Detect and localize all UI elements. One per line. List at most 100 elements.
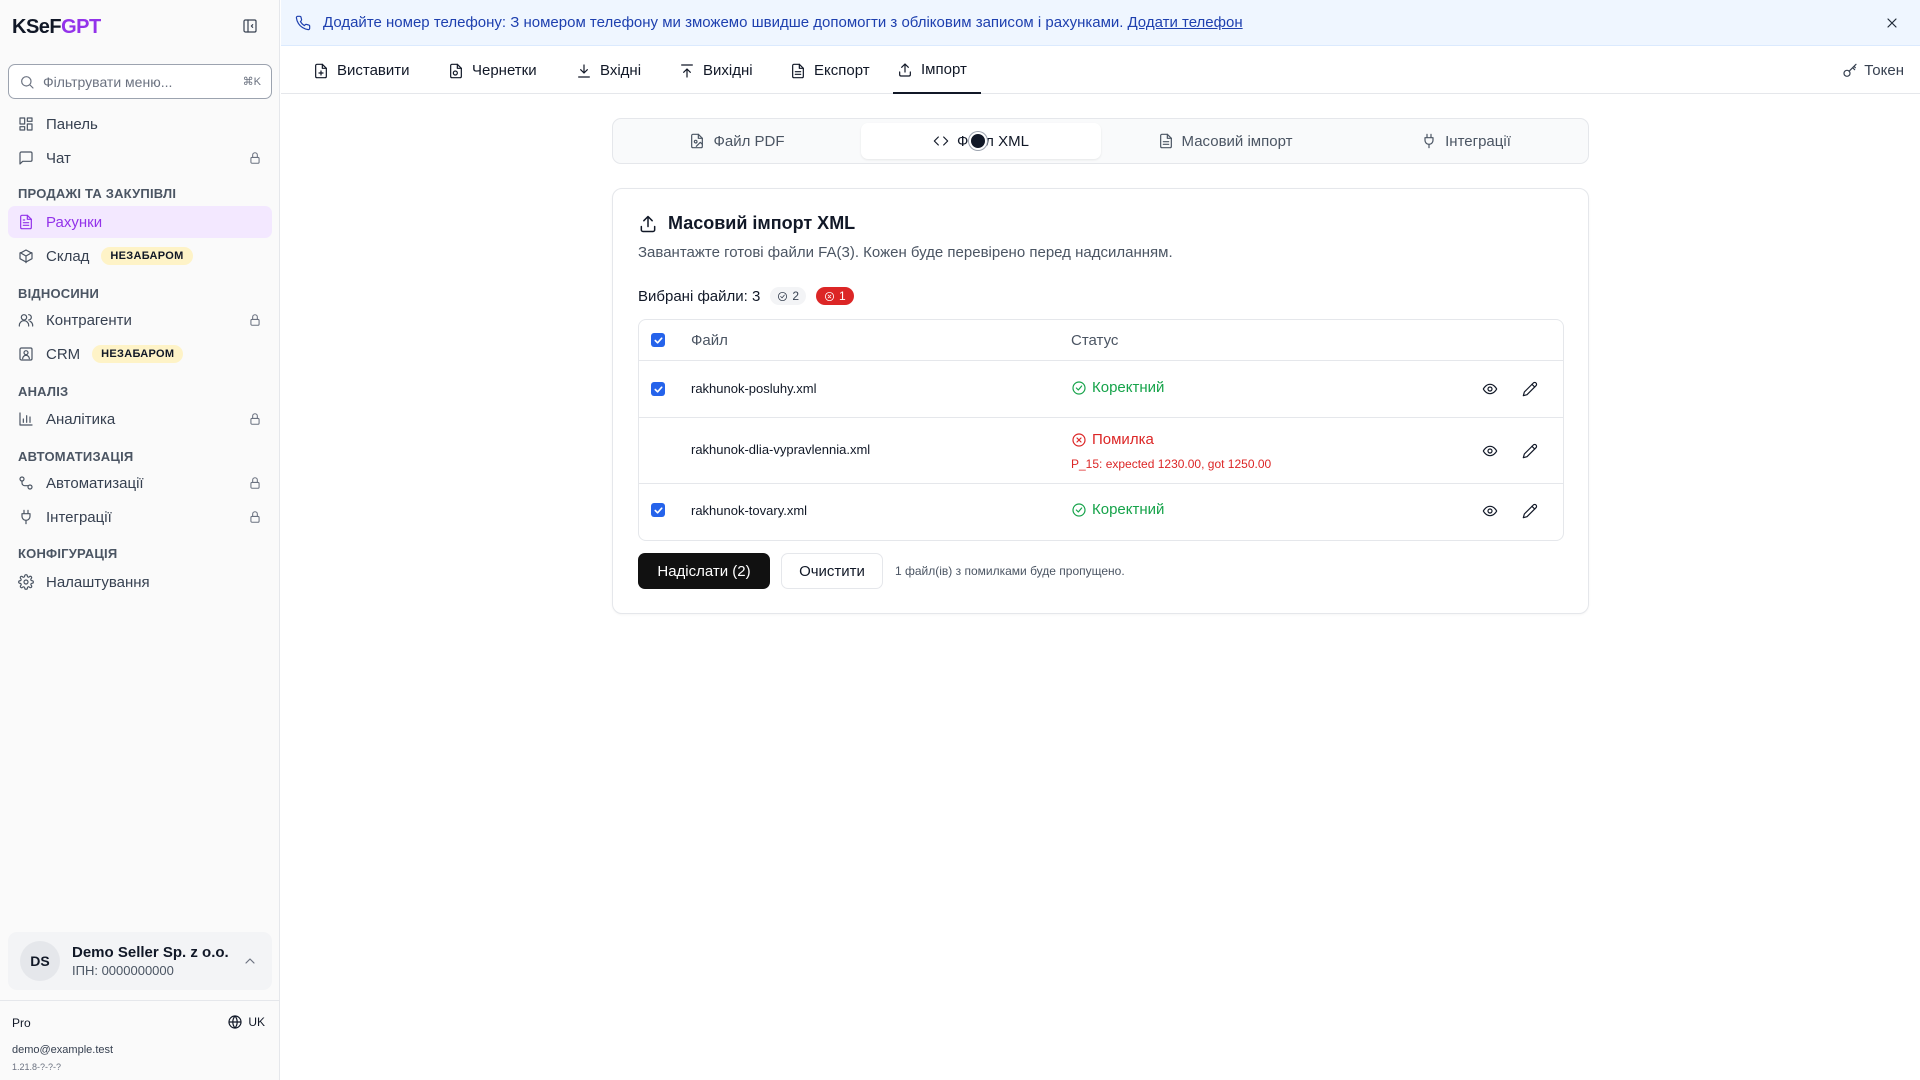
mouse-cursor (969, 132, 987, 150)
segment-pdf[interactable]: Файл PDF (617, 123, 857, 159)
sidebar-divider (0, 1000, 280, 1001)
segment-bulk[interactable]: Масовий імпорт (1105, 123, 1345, 159)
file-text-icon (20, 214, 32, 230)
menu-filter-input[interactable] (43, 73, 235, 90)
sidebar-item-contractors[interactable]: Контрагенти (8, 304, 272, 336)
tab-label: Вихідні (703, 62, 753, 79)
sidebar-item-automations[interactable]: Автоматизації (8, 467, 272, 499)
language-switcher[interactable]: UK (227, 1014, 265, 1030)
error-count-badge: 1 (816, 287, 854, 305)
row-checkbox[interactable] (651, 503, 665, 517)
tab-export[interactable]: Експорт (790, 47, 870, 94)
check-circle-icon (1072, 380, 1086, 395)
section-config: КОНФІГУРАЦІЯ (18, 546, 118, 561)
skip-note: 1 файл(ів) з помилками буде пропущено. (895, 564, 1125, 578)
pencil-icon (1522, 443, 1538, 459)
lock-icon (250, 314, 260, 326)
tab-outgoing[interactable]: Вихідні (679, 47, 753, 94)
close-banner-button[interactable] (1884, 15, 1900, 31)
user-email: demo@example.test (12, 1044, 114, 1056)
search-icon (21, 75, 34, 89)
status-error: Помилка (1071, 431, 1154, 448)
selected-label: Вибрані файли: 3 (638, 287, 761, 305)
account-tax-id: ІПН: 0000000000 (72, 963, 174, 978)
check-circle-icon (778, 291, 788, 301)
tab-incoming[interactable]: Вхідні (576, 47, 641, 94)
sidebar-toggle-icon[interactable] (242, 18, 258, 34)
selected-summary: Вибрані файли: 3 2 1 (638, 287, 854, 305)
file-name: rakhunok-dlia-vypravlennia.xml (691, 442, 871, 457)
sidebar-item-label: Аналітика (46, 410, 116, 428)
plug-icon (21, 509, 31, 525)
add-phone-link[interactable]: Додати телефон (1127, 14, 1242, 31)
check-circle-icon (1072, 502, 1086, 517)
account-switcher[interactable]: DS Demo Seller Sp. z o.o. ІПН: 000000000… (8, 932, 272, 990)
column-file: Файл (691, 332, 728, 349)
sidebar-item-label: Чат (46, 149, 71, 167)
x-circle-icon (824, 291, 835, 301)
tab-label: Чернетки (472, 62, 537, 79)
clear-button[interactable]: Очистити (781, 553, 883, 589)
segment-integrations[interactable]: Інтеграції (1346, 123, 1586, 159)
file-text-icon (792, 63, 804, 78)
preview-button[interactable] (1482, 443, 1498, 459)
banner-text: Додайте номер телефону: З номером телефо… (323, 14, 1124, 31)
lock-icon (250, 477, 260, 489)
download-icon (578, 63, 590, 78)
tab-drafts[interactable]: Чернетки (448, 47, 537, 94)
send-button[interactable]: Надіслати (2) (638, 553, 770, 589)
soon-badge: НЕЗАБАРОМ (92, 345, 184, 363)
chevron-up-icon (245, 958, 255, 964)
preview-button[interactable] (1482, 503, 1498, 519)
file-image-icon (691, 133, 704, 149)
edit-button[interactable] (1522, 503, 1538, 519)
upload-icon (899, 62, 911, 77)
sidebar-item-settings[interactable]: Налаштування (8, 566, 272, 598)
sidebar-item-invoices[interactable]: Рахунки (8, 206, 272, 238)
segment-label: Масовий імпорт (1181, 132, 1293, 150)
select-all-checkbox[interactable] (651, 333, 665, 347)
brand-logo[interactable]: KSeFGPT (12, 16, 101, 39)
sidebar-item-analytics[interactable]: Аналітика (8, 403, 272, 435)
sidebar-item-integrations[interactable]: Інтеграції (8, 501, 272, 533)
token-button[interactable]: Токен (1842, 47, 1904, 94)
filter-shortcut: ⌘K (242, 76, 261, 88)
status-valid: Коректний (1071, 501, 1164, 518)
pencil-icon (1522, 381, 1538, 397)
section-relations: ВІДНОСИНИ (18, 286, 100, 301)
table-header: Файл Статус (639, 320, 1563, 361)
chat-icon (19, 151, 33, 165)
soon-badge: НЕЗАБАРОМ (101, 247, 193, 265)
card-title-text: Масовий імпорт XML (668, 213, 856, 233)
row-checkbox[interactable] (651, 382, 665, 396)
edit-button[interactable] (1522, 443, 1538, 459)
lock-icon (250, 413, 260, 425)
tab-label: Виставити (337, 62, 410, 79)
invoice-tabs: Виставити Чернетки Вхідні Вихідні Експор… (281, 47, 1920, 94)
file-name: rakhunok-tovary.xml (691, 503, 808, 518)
tab-issue[interactable]: Виставити (313, 47, 410, 94)
sidebar-item-crm[interactable]: CRM НЕЗАБАРОМ (8, 338, 272, 370)
token-label: Токен (1864, 62, 1904, 79)
column-status: Статус (1071, 332, 1119, 349)
sidebar-item-label: Рахунки (46, 213, 103, 231)
gear-icon (18, 574, 34, 590)
sidebar-item-panel[interactable]: Панель (8, 108, 272, 140)
valid-count-badge: 2 (770, 287, 807, 305)
eye-icon (1482, 383, 1498, 395)
menu-filter[interactable]: ⌘K (8, 64, 272, 99)
phone-banner: Додайте номер телефону: З номером телефо… (281, 0, 1920, 46)
tab-import[interactable]: Імпорт (893, 47, 981, 94)
key-icon (1843, 63, 1857, 77)
sidebar-item-chat[interactable]: Чат (8, 142, 272, 174)
card-title: Масовий імпорт XML (638, 213, 855, 234)
sidebar: KSeFGPT ⌘K Панель Чат ПРОДАЖІ ТА ЗАКУПІВ… (0, 0, 280, 1080)
segment-label: Інтеграції (1445, 132, 1511, 150)
preview-button[interactable] (1482, 381, 1498, 397)
edit-button[interactable] (1522, 381, 1538, 397)
sidebar-item-warehouse[interactable]: Склад НЕЗАБАРОМ (8, 240, 272, 272)
status-label: Коректний (1092, 379, 1165, 396)
valid-count: 2 (792, 289, 800, 303)
sidebar-item-label: Контрагенти (46, 311, 132, 329)
phone-icon (295, 15, 311, 30)
